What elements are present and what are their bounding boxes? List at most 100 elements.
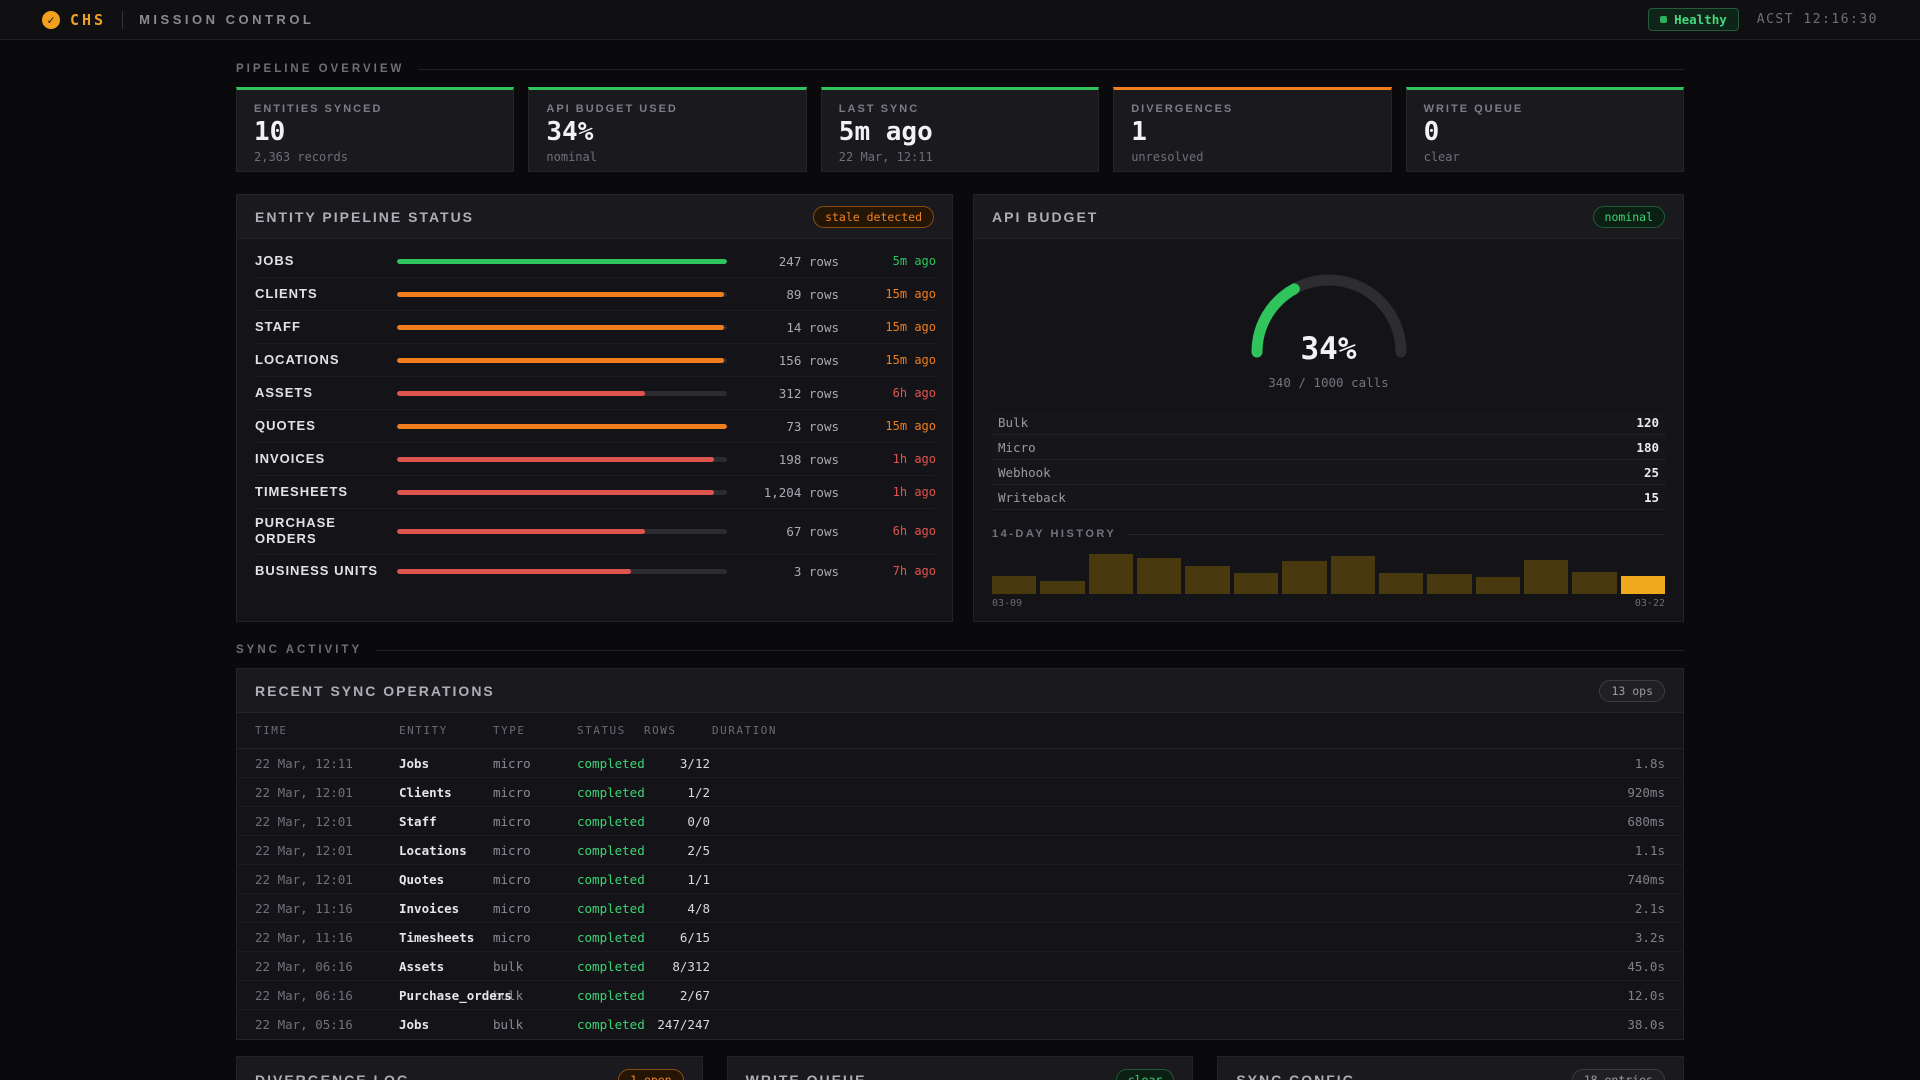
divergence-open-badge: 1 open	[618, 1068, 684, 1080]
op-type: micro	[493, 842, 531, 858]
ops-table-row: 22 Mar, 06:16 Purchase_orders bulk compl…	[237, 981, 1683, 1010]
sync-config-panel: SYNC CONFIG 18 entries	[1217, 1056, 1684, 1080]
entity-last-sync: 6h ago	[892, 524, 936, 539]
divergence-log-title: DIVERGENCE LOG	[255, 1071, 410, 1080]
op-status: completed	[577, 958, 645, 974]
op-type: micro	[493, 929, 531, 945]
entity-row: STAFF 14 rows 15m ago	[255, 311, 936, 344]
section-sync-activity: SYNC ACTIVITY	[236, 644, 1684, 656]
entity-row: JOBS 247 rows 5m ago	[255, 245, 936, 278]
ops-table-row: 22 Mar, 06:16 Assets bulk completed 8/31…	[237, 952, 1683, 981]
api-call-type: Micro	[998, 439, 1036, 455]
stat-card: LAST SYNC 5m ago 22 Mar, 12:11	[820, 87, 1100, 172]
history-bar	[992, 576, 1037, 594]
history-bar	[1040, 581, 1085, 594]
stat-cards-row: ENTITIES SYNCED 10 2,363 records API BUD…	[236, 87, 1684, 172]
entity-last-sync: 1h ago	[892, 485, 936, 499]
op-status: completed	[577, 755, 645, 771]
op-duration: 920ms	[1627, 784, 1665, 800]
op-type: bulk	[493, 958, 524, 974]
ops-table-header: TIME ENTITY TYPE STATUS ROWS DURATION	[237, 713, 1683, 749]
op-rows: 6/15	[679, 929, 710, 945]
section-label-text: PIPELINE OVERVIEW	[236, 63, 405, 75]
entity-row-count: 89 rows	[786, 286, 839, 302]
op-rows: 2/67	[679, 987, 710, 1003]
entity-progress-track	[397, 258, 727, 264]
api-panel-title: API BUDGET	[992, 208, 1099, 225]
nominal-badge: nominal	[1592, 205, 1665, 228]
entity-row: INVOICES 198 rows 1h ago	[255, 443, 936, 476]
entity-progress-track	[397, 456, 727, 462]
entity-row-count: 67 rows	[786, 523, 839, 539]
entity-progress-fill	[397, 357, 724, 363]
logo-text: CHS	[70, 10, 107, 29]
op-rows: 8/312	[672, 958, 710, 974]
entity-progress-fill	[397, 390, 645, 396]
op-status: completed	[577, 784, 645, 800]
stat-card-label: WRITE QUEUE	[1423, 103, 1524, 115]
entity-progress-track	[397, 324, 727, 330]
entity-row-count: 247 rows	[778, 253, 839, 269]
entity-progress-fill	[397, 528, 645, 534]
entity-row: QUOTES 73 rows 15m ago	[255, 410, 936, 443]
write-queue-panel: WRITE QUEUE clear	[726, 1056, 1194, 1080]
entity-progress-track	[397, 489, 727, 495]
clock: ACST 12:16:30	[1756, 12, 1878, 27]
stat-card-sub: nominal	[546, 149, 597, 164]
entity-progress-track	[397, 528, 727, 534]
stat-card: WRITE QUEUE 0 clear	[1405, 87, 1684, 172]
entity-progress-fill	[397, 423, 727, 429]
op-time: 22 Mar, 11:16	[255, 900, 353, 916]
col-rows: ROWS	[644, 724, 677, 737]
op-entity: Invoices	[399, 900, 460, 916]
history-bar	[1233, 573, 1279, 594]
op-duration: 12.0s	[1627, 987, 1665, 1003]
entity-row-count: 73 rows	[786, 418, 839, 434]
entity-name: LOCATIONS	[255, 351, 340, 367]
chs-logo-icon: ✓	[42, 10, 60, 29]
write-queue-clear-badge: clear	[1115, 1068, 1175, 1080]
write-queue-title: WRITE QUEUE	[745, 1071, 867, 1080]
op-type: micro	[493, 784, 531, 800]
entity-row: TIMESHEETS 1,204 rows 1h ago	[255, 476, 936, 509]
op-time: 22 Mar, 12:01	[255, 871, 353, 887]
stat-card-sub: 2,363 records	[254, 149, 348, 164]
entity-progress-track	[397, 423, 727, 429]
stat-card: DIVERGENCES 1 unresolved	[1113, 87, 1392, 172]
entity-progress-fill	[397, 324, 724, 330]
history-bar	[1378, 573, 1424, 594]
entity-panel-title: ENTITY PIPELINE STATUS	[255, 208, 475, 225]
op-time: 22 Mar, 12:01	[255, 813, 353, 829]
stat-card: API BUDGET USED 34% nominal	[528, 87, 807, 172]
op-status: completed	[577, 842, 645, 858]
op-type: micro	[493, 755, 531, 771]
entity-last-sync: 5m ago	[892, 254, 936, 268]
op-entity: Staff	[399, 813, 437, 829]
stat-card-value: 34%	[546, 117, 594, 147]
op-duration: 2.1s	[1634, 900, 1665, 916]
entity-progress-fill	[397, 568, 632, 574]
app-title: MISSION CONTROL	[139, 12, 315, 27]
api-call-count: 25	[1643, 464, 1659, 480]
op-time: 22 Mar, 11:16	[255, 929, 353, 945]
health-dot-icon	[1660, 16, 1668, 23]
sync-config-entries-badge: 18 entries	[1571, 1068, 1665, 1080]
stat-card-label: DIVERGENCES	[1131, 103, 1234, 115]
section-pipeline-overview: PIPELINE OVERVIEW	[236, 63, 1684, 75]
entity-progress-fill	[397, 291, 724, 297]
entity-last-sync: 15m ago	[885, 419, 936, 433]
entity-row-count: 312 rows	[778, 385, 839, 401]
ops-table-row: 22 Mar, 12:01 Clients micro completed 1/…	[237, 778, 1683, 807]
ops-panel-title: RECENT SYNC OPERATIONS	[255, 682, 495, 699]
history-start-date: 03-09	[992, 598, 1023, 609]
op-rows: 2/5	[687, 842, 710, 858]
ops-table-row: 22 Mar, 12:11 Jobs micro completed 3/12 …	[237, 749, 1683, 778]
api-budget-gauge: 34%	[1244, 267, 1414, 367]
op-status: completed	[577, 1017, 645, 1032]
col-type: TYPE	[493, 724, 526, 737]
api-breakdown-row: Writeback 15	[992, 485, 1665, 510]
entity-last-sync: 15m ago	[885, 320, 936, 334]
entity-row: LOCATIONS 156 rows 15m ago	[255, 344, 936, 377]
ops-table-row: 22 Mar, 05:16 Jobs bulk completed 247/24…	[237, 1010, 1683, 1039]
entity-progress-fill	[397, 489, 714, 495]
